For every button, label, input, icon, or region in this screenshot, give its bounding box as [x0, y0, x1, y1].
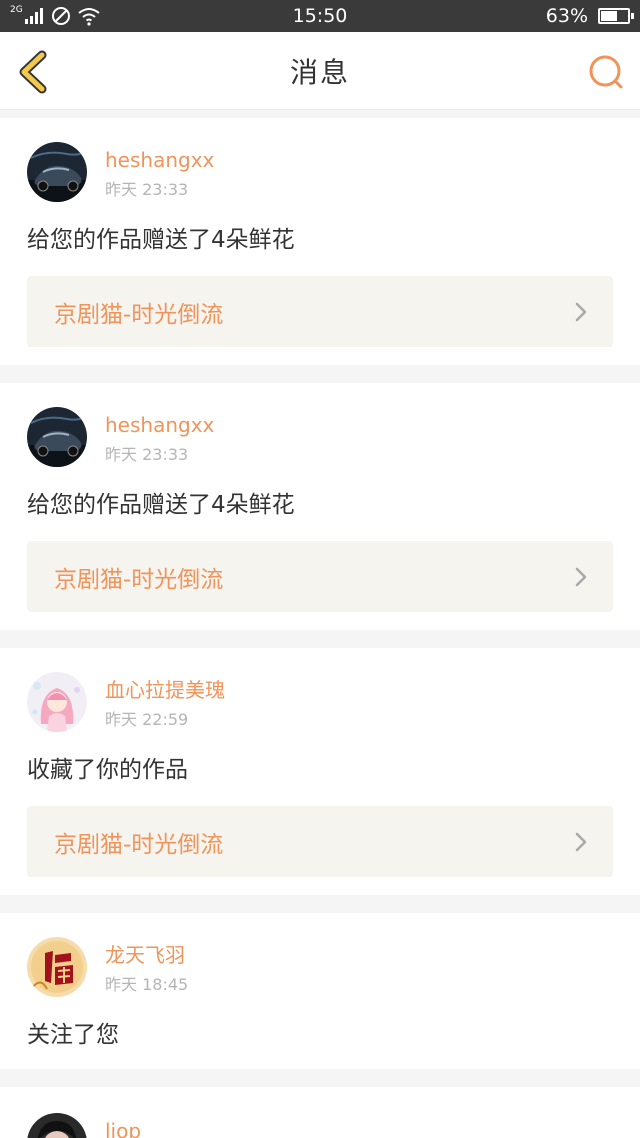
nav-header: 消息 [0, 32, 640, 110]
username[interactable]: 龙天飞羽 [105, 943, 188, 967]
work-link[interactable]: 京剧猫-时光倒流 [27, 806, 613, 877]
message-text: 给您的作品赠送了4朵鲜花 [27, 227, 295, 253]
username[interactable]: heshangxx [105, 148, 214, 172]
message-card: 龙天飞羽 昨天 18:45 关注了您 [0, 913, 640, 1069]
no-sim-icon [51, 7, 70, 25]
status-bar: 2G 15:50 63% [0, 0, 640, 32]
chevron-right-icon [575, 832, 587, 851]
timestamp: 昨天 23:33 [105, 445, 189, 464]
username[interactable]: heshangxx [105, 413, 214, 437]
message-text: 关注了您 [27, 1022, 119, 1048]
search-icon[interactable] [588, 54, 624, 90]
message-card: heshangxx 昨天 23:33 给您的作品赠送了4朵鲜花 京剧猫-时光倒流 [0, 118, 640, 365]
message-card: heshangxx 昨天 23:33 给您的作品赠送了4朵鲜花 京剧猫-时光倒流 [0, 383, 640, 630]
wifi-icon [78, 8, 100, 26]
fu-character-avatar-icon [27, 937, 87, 997]
page-title: 消息 [289, 55, 350, 89]
chevron-right-icon [575, 302, 587, 321]
timestamp: 昨天 18:45 [105, 975, 189, 994]
anime-girl-avatar-icon [27, 672, 87, 732]
avatar[interactable] [27, 672, 87, 732]
message-text: 给您的作品赠送了4朵鲜花 [27, 492, 295, 518]
work-link[interactable]: 京剧猫-时光倒流 [27, 541, 613, 612]
avatar[interactable] [27, 142, 87, 202]
message-text: 收藏了你的作品 [27, 757, 188, 783]
chevron-left-icon[interactable] [14, 50, 54, 94]
timestamp: 昨天 22:59 [105, 710, 189, 729]
battery-percent: 63% [545, 5, 588, 27]
avatar[interactable] [27, 1113, 87, 1138]
chevron-right-icon [575, 567, 587, 586]
avatar[interactable] [27, 407, 87, 467]
timestamp: 昨天 23:33 [105, 180, 189, 199]
username[interactable]: liop [105, 1119, 141, 1138]
avatar[interactable] [27, 937, 87, 997]
person-avatar-icon [27, 1113, 87, 1138]
message-list: heshangxx 昨天 23:33 给您的作品赠送了4朵鲜花 京剧猫-时光倒流 [0, 110, 640, 1138]
username[interactable]: 血心拉提美瑰 [105, 678, 225, 702]
work-title: 京剧猫-时光倒流 [54, 566, 224, 593]
message-card: liop [0, 1087, 640, 1138]
signal-icon [24, 8, 43, 24]
car-avatar-icon [27, 142, 87, 202]
work-title: 京剧猫-时光倒流 [54, 831, 224, 858]
work-link[interactable]: 京剧猫-时光倒流 [27, 276, 613, 347]
work-title: 京剧猫-时光倒流 [54, 301, 224, 328]
battery-icon [598, 8, 634, 24]
network-type: 2G [10, 5, 23, 15]
car-avatar-icon [27, 407, 87, 467]
message-card: 血心拉提美瑰 昨天 22:59 收藏了你的作品 京剧猫-时光倒流 [0, 648, 640, 895]
